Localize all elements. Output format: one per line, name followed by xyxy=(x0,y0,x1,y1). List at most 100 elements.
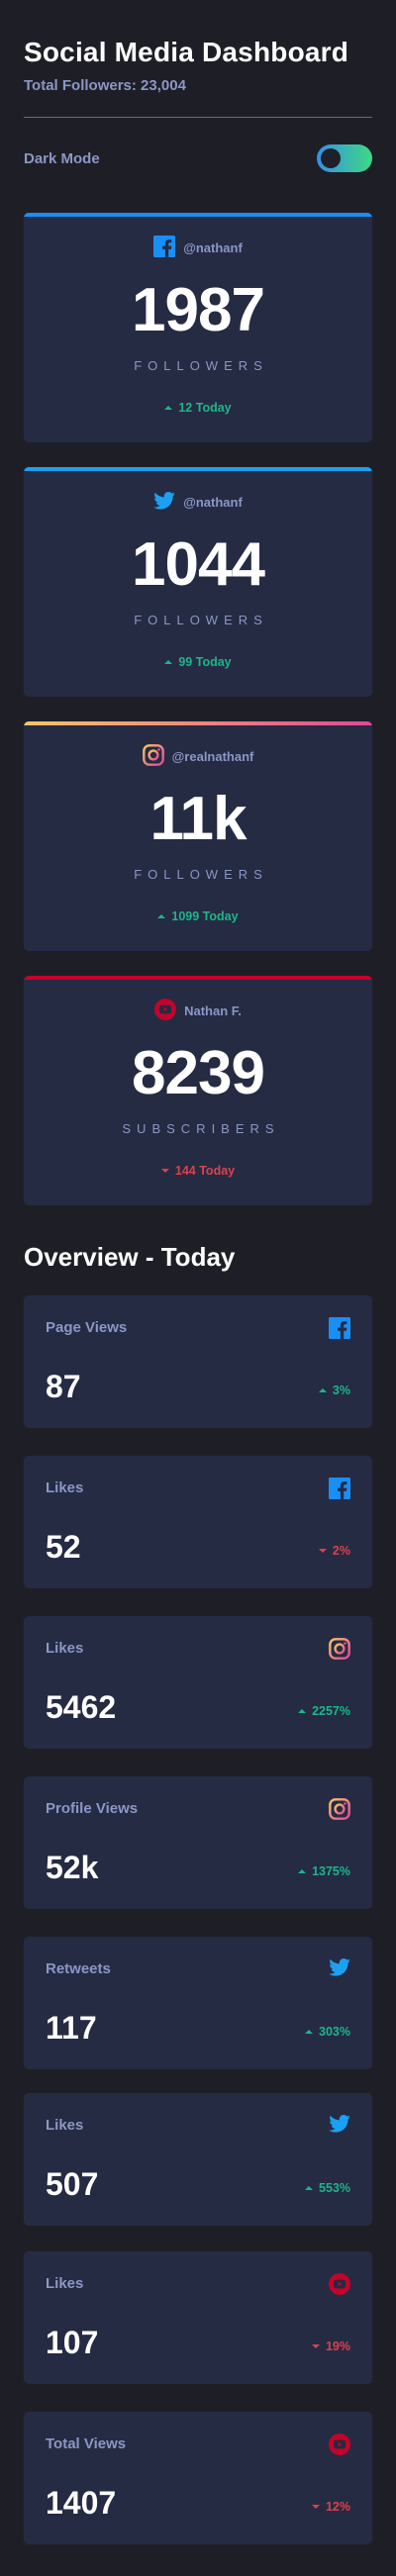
follower-count: 1987 xyxy=(132,276,265,344)
overview-label: Page Views xyxy=(46,1319,128,1336)
today-change: 12 Today xyxy=(24,401,372,415)
change-text: 12% xyxy=(325,2500,350,2514)
today-text: 99 Today xyxy=(178,655,232,669)
today-change: 1099 Today xyxy=(24,909,372,923)
youtube-icon xyxy=(329,2273,350,2295)
instagram-icon xyxy=(329,1798,350,1820)
arrow-down-icon xyxy=(160,1169,169,1173)
overview-value: 87 xyxy=(46,1369,81,1404)
arrow-down-icon xyxy=(318,1549,327,1553)
handle-text: @nathanf xyxy=(183,239,243,255)
card-accent-bar xyxy=(24,467,372,471)
handle-text: @realnathanf xyxy=(171,748,254,764)
dark-mode-toggle[interactable] xyxy=(317,144,372,172)
overview-change: 553% xyxy=(305,2181,350,2195)
change-text: 303% xyxy=(319,2025,350,2039)
overview-card[interactable]: Likes 507 553% xyxy=(24,2093,372,2226)
instagram-icon xyxy=(142,743,164,769)
dark-mode-label: Dark Mode xyxy=(24,149,100,167)
card-handle: @nathanf xyxy=(24,491,372,513)
handle-text: Nathan F. xyxy=(184,1002,242,1018)
overview-value: 507 xyxy=(46,2166,99,2202)
follower-card-twitter[interactable]: @nathanf 1044 FOLLOWERS 99 Today xyxy=(24,467,372,697)
overview-value: 52k xyxy=(46,1850,99,1885)
toggle-knob xyxy=(321,148,341,168)
change-text: 553% xyxy=(319,2181,350,2195)
facebook-icon xyxy=(329,1317,350,1339)
arrow-up-icon xyxy=(298,1709,307,1713)
today-change: 99 Today xyxy=(24,655,372,669)
twitter-icon xyxy=(329,2115,350,2137)
follower-unit: SUBSCRIBERS xyxy=(122,1121,280,1136)
card-handle: Nathan F. xyxy=(24,998,372,1023)
youtube-icon xyxy=(154,998,177,1023)
overview-value: 52 xyxy=(46,1529,81,1565)
overview-value: 5462 xyxy=(46,1689,117,1725)
change-text: 2257% xyxy=(312,1704,350,1718)
arrow-down-icon xyxy=(311,2505,320,2509)
follower-count: 8239 xyxy=(132,1039,265,1107)
overview-change: 19% xyxy=(311,2339,350,2353)
overview-label: Profile Views xyxy=(46,1800,139,1817)
overview-change: 303% xyxy=(305,2025,350,2039)
overview-title: Overview - Today xyxy=(24,1242,236,1272)
twitter-icon xyxy=(153,491,175,513)
follower-count: 11k xyxy=(149,785,247,853)
overview-label: Likes xyxy=(46,1640,84,1657)
overview-label: Total Views xyxy=(46,2435,127,2452)
overview-card[interactable]: Likes 5462 2257% xyxy=(24,1616,372,1749)
overview-change: 3% xyxy=(318,1383,350,1397)
card-accent-bar xyxy=(24,976,372,980)
instagram-icon xyxy=(329,1638,350,1660)
overview-label: Likes xyxy=(46,2275,84,2292)
overview-change: 1375% xyxy=(298,1864,350,1878)
arrow-up-icon xyxy=(157,914,166,918)
follower-unit: FOLLOWERS xyxy=(134,358,268,373)
overview-value: 117 xyxy=(46,2010,97,2046)
today-text: 1099 Today xyxy=(171,909,239,923)
overview-value: 1407 xyxy=(46,2485,117,2521)
overview-label: Likes xyxy=(46,2117,84,2134)
arrow-up-icon xyxy=(305,2186,314,2190)
change-text: 3% xyxy=(332,1383,350,1397)
overview-card[interactable]: Likes 52 2% xyxy=(24,1456,372,1588)
twitter-icon xyxy=(329,1958,350,1980)
arrow-up-icon xyxy=(298,1869,307,1873)
follower-card-instagram[interactable]: @realnathanf 11k FOLLOWERS 1099 Today xyxy=(24,721,372,951)
today-text: 12 Today xyxy=(178,401,232,415)
overview-value: 107 xyxy=(46,2325,99,2360)
total-followers: Total Followers: 23,004 xyxy=(24,77,186,94)
overview-change: 12% xyxy=(311,2500,350,2514)
overview-label: Likes xyxy=(46,1479,84,1496)
follower-card-youtube[interactable]: Nathan F. 8239 SUBSCRIBERS 144 Today xyxy=(24,976,372,1205)
follower-card-facebook[interactable]: @nathanf 1987 FOLLOWERS 12 Today xyxy=(24,213,372,442)
arrow-up-icon xyxy=(164,406,173,410)
follower-count: 1044 xyxy=(132,530,265,599)
follower-unit: FOLLOWERS xyxy=(134,613,268,627)
dark-mode-row: Dark Mode xyxy=(24,143,372,173)
overview-card[interactable]: Likes 107 19% xyxy=(24,2251,372,2384)
card-accent-bar xyxy=(24,213,372,217)
overview-card[interactable]: Retweets 117 303% xyxy=(24,1937,372,2069)
overview-card[interactable]: Profile Views 52k 1375% xyxy=(24,1776,372,1909)
arrow-up-icon xyxy=(305,2030,314,2034)
arrow-up-icon xyxy=(164,660,173,664)
facebook-icon xyxy=(329,1478,350,1499)
arrow-down-icon xyxy=(311,2344,320,2348)
today-text: 144 Today xyxy=(174,1164,236,1178)
change-text: 19% xyxy=(325,2339,350,2353)
handle-text: @nathanf xyxy=(183,494,243,510)
overview-change: 2257% xyxy=(298,1704,350,1718)
overview-change: 2% xyxy=(318,1544,350,1558)
today-change: 144 Today xyxy=(24,1164,372,1178)
change-text: 1375% xyxy=(312,1864,350,1878)
divider xyxy=(24,117,372,118)
follower-unit: FOLLOWERS xyxy=(134,867,268,882)
youtube-icon xyxy=(329,2433,350,2455)
card-handle: @nathanf xyxy=(24,235,372,258)
overview-card[interactable]: Page Views 87 3% xyxy=(24,1295,372,1428)
change-text: 2% xyxy=(332,1544,350,1558)
card-accent-bar xyxy=(24,721,372,725)
dashboard-header: Social Media Dashboard Total Followers: … xyxy=(0,0,396,173)
overview-card[interactable]: Total Views 1407 12% xyxy=(24,2412,372,2544)
